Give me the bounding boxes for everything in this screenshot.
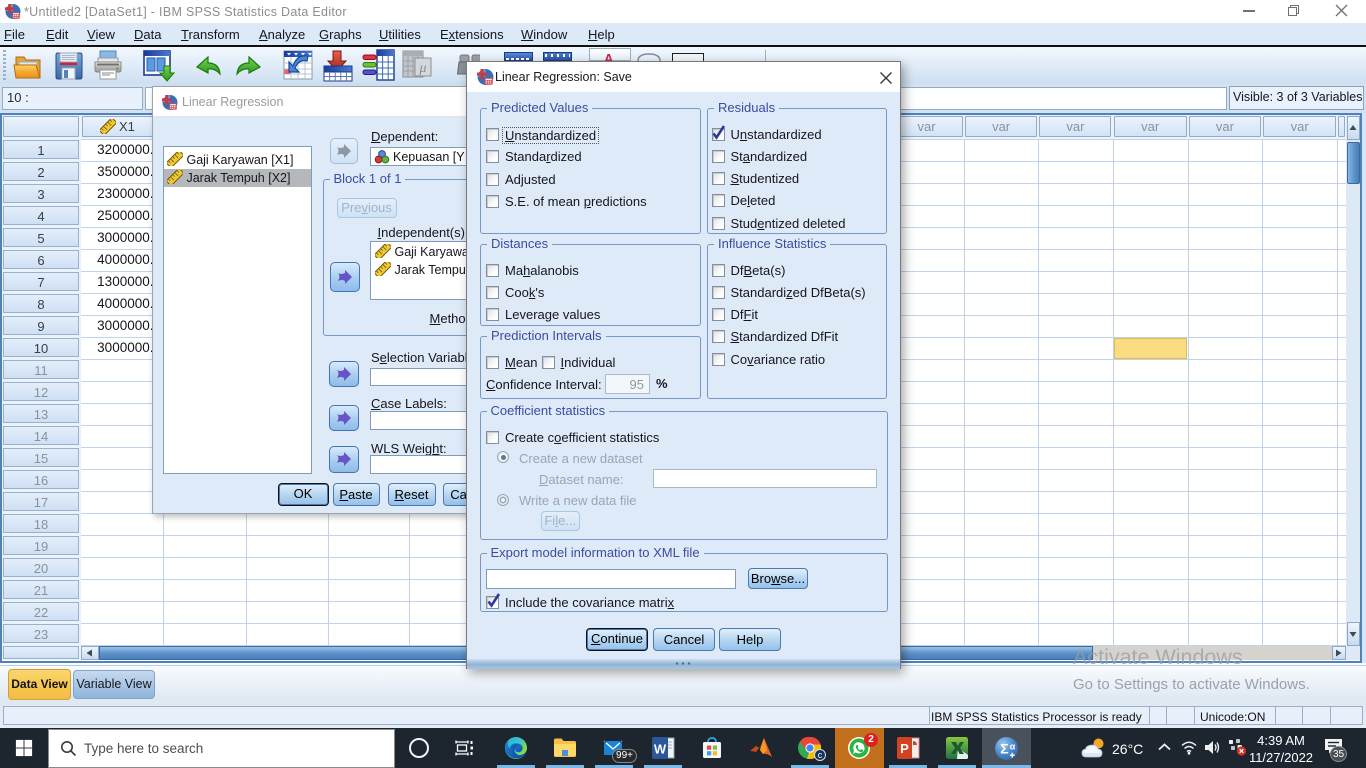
svg-text:Σ: Σ — [1000, 741, 1008, 757]
svg-text:α: α — [1010, 742, 1016, 752]
svg-text:W: W — [654, 742, 667, 757]
svg-text:μ: μ — [418, 61, 426, 76]
svg-text:P: P — [900, 741, 909, 756]
